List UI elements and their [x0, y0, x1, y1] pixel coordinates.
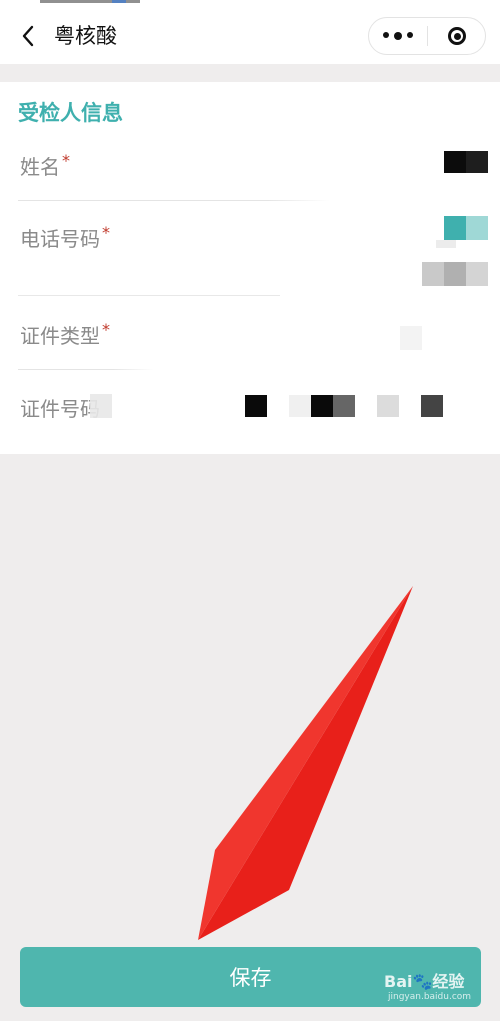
red-arrow-annotation	[198, 586, 413, 940]
baidu-jingyan-watermark: Bai🐾经验 jingyan.baidu.com	[384, 968, 471, 1002]
watermark-brand: Bai🐾经验	[384, 972, 465, 991]
save-button-label: 保存	[229, 966, 272, 990]
watermark-url: jingyan.baidu.com	[388, 992, 472, 1002]
